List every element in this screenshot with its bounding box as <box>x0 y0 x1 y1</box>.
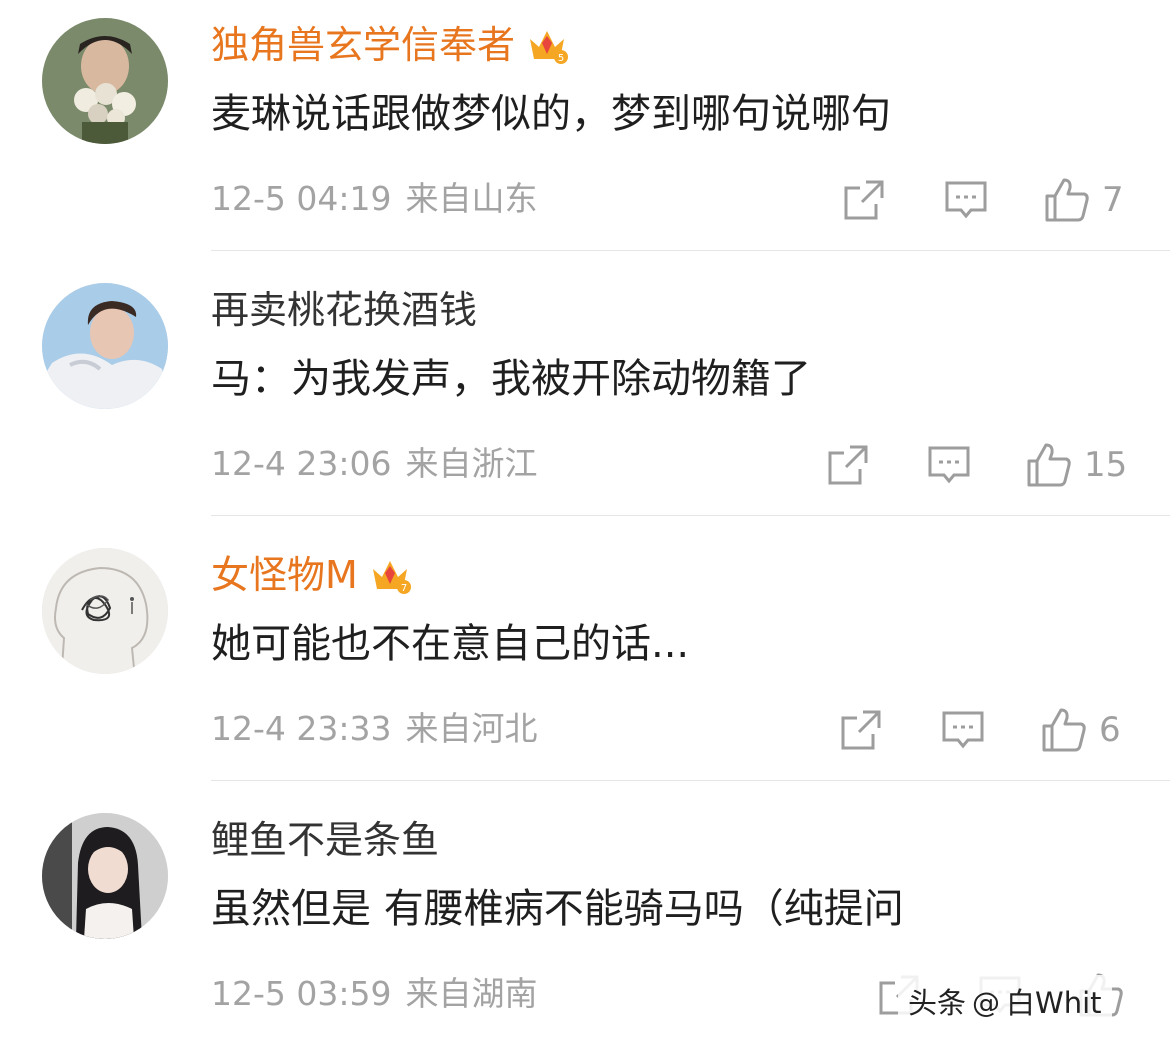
comment-item: 女怪物M 7 她可能也不在意自己的话... 12-4 23:33 来自河北 6 <box>0 530 1170 795</box>
avatar[interactable] <box>42 18 168 144</box>
username-text[interactable]: 鲤鱼不是条鱼 <box>211 815 439 865</box>
comment-location: 来自浙江 <box>405 444 538 483</box>
like-count: 7 <box>1102 180 1124 220</box>
like-count: 6 <box>1099 710 1121 750</box>
username-text[interactable]: 女怪物M <box>211 550 358 600</box>
comment-meta: 12-5 04:19 来自山东 <box>211 177 538 221</box>
at-icon: @ <box>972 986 1001 1019</box>
comment-text: 虽然但是 有腰椎病不能骑马吗（纯提问 <box>211 886 904 932</box>
comment-time: 12-5 04:19 <box>211 179 392 218</box>
comment-text: 马：为我发声，我被开除动物籍了 <box>211 356 811 402</box>
share-icon <box>844 180 884 220</box>
comment-text: 麦琳说话跟做梦似的，梦到哪句说哪句 <box>211 91 891 137</box>
reply-button[interactable] <box>944 178 988 222</box>
comment-time: 12-5 03:59 <box>211 974 392 1013</box>
avatar[interactable] <box>42 548 168 674</box>
comment-location: 来自山东 <box>405 179 538 218</box>
watermark: 头条 @ 白Whit <box>898 975 1112 1031</box>
avatar[interactable] <box>42 813 168 939</box>
like-icon <box>1027 443 1071 487</box>
username-text[interactable]: 独角兽玄学信奉者 <box>211 20 515 70</box>
avatar[interactable] <box>42 283 168 409</box>
share-button[interactable] <box>826 443 870 487</box>
username[interactable]: 再卖桃花换酒钱 <box>211 285 477 335</box>
divider <box>211 250 1170 251</box>
reply-button[interactable] <box>927 443 971 487</box>
vip-crown-icon: 5 <box>525 23 569 67</box>
divider <box>211 780 1170 781</box>
share-button[interactable] <box>842 178 886 222</box>
like-button[interactable]: 7 <box>1044 178 1124 222</box>
reply-icon <box>945 181 987 219</box>
comment-time: 12-4 23:33 <box>211 709 392 748</box>
like-icon <box>1042 708 1086 752</box>
username-text[interactable]: 再卖桃花换酒钱 <box>211 285 477 335</box>
like-icon <box>1045 178 1089 222</box>
comment-location: 来自河北 <box>405 709 538 748</box>
comment-meta: 12-4 23:06 来自浙江 <box>211 442 538 486</box>
reply-button[interactable] <box>941 708 985 752</box>
svg-text:7: 7 <box>401 583 407 594</box>
vip-crown-icon: 7 <box>368 553 412 597</box>
watermark-label: 头条 <box>908 986 967 1020</box>
comment-meta: 12-5 03:59 来自湖南 <box>211 972 538 1016</box>
like-button[interactable]: 15 <box>1026 443 1127 487</box>
username[interactable]: 鲤鱼不是条鱼 <box>211 815 439 865</box>
like-count: 15 <box>1084 445 1128 485</box>
comment-time: 12-4 23:06 <box>211 444 392 483</box>
share-button[interactable] <box>839 708 883 752</box>
reply-icon <box>942 711 984 749</box>
comment-item: 独角兽玄学信奉者 5 麦琳说话跟做梦似的，梦到哪句说哪句 12-5 04:19 来… <box>0 0 1170 265</box>
comment-meta: 12-4 23:33 来自河北 <box>211 707 538 751</box>
reply-icon <box>928 446 970 484</box>
like-button[interactable]: 6 <box>1041 708 1121 752</box>
share-icon <box>841 710 881 750</box>
comment-item: 再卖桃花换酒钱 马：为我发声，我被开除动物籍了 12-4 23:06 来自浙江 1… <box>0 265 1170 530</box>
username[interactable]: 独角兽玄学信奉者 5 <box>211 20 569 70</box>
share-icon <box>828 445 868 485</box>
divider <box>211 515 1170 516</box>
username[interactable]: 女怪物M 7 <box>211 550 412 600</box>
comment-location: 来自湖南 <box>405 974 538 1013</box>
watermark-handle: 白Whit <box>1006 986 1102 1020</box>
svg-text:5: 5 <box>558 53 564 64</box>
comment-text: 她可能也不在意自己的话... <box>211 621 690 667</box>
